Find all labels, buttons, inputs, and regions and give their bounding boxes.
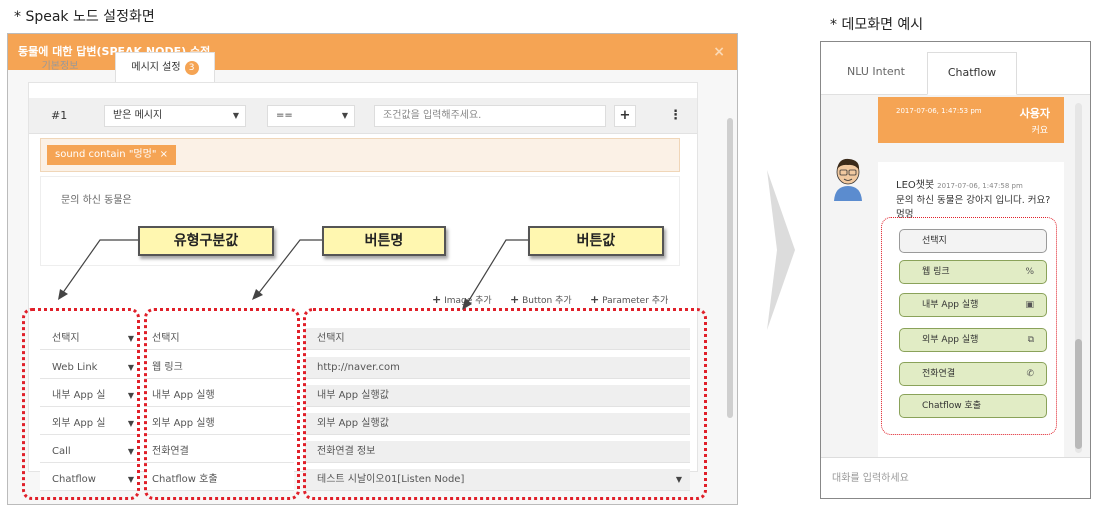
chat-demo: NLU Intent Chatflow 2017-07-06, 1:47:53 … [820, 41, 1091, 499]
type-column-highlight [22, 308, 140, 500]
demo-tabs: NLU Intent Chatflow [821, 42, 1090, 95]
right-caption: * 데모화면 예시 [830, 17, 924, 33]
demo-buttons-highlight [881, 217, 1057, 435]
bot-avatar [834, 158, 862, 201]
name-column-highlight [144, 308, 300, 500]
bot-message-time: 2017-07-06, 1:47:58 pm [937, 182, 1023, 190]
tab-nlu-intent[interactable]: NLU Intent [831, 52, 921, 95]
chat-scrollbar-thumb[interactable] [1075, 339, 1082, 449]
type-callout: 유형구분값 [138, 226, 274, 256]
bot-message-header: LEO챗봇 2017-07-06, 1:47:58 pm [896, 176, 1023, 191]
bot-name: LEO챗봇 [896, 180, 935, 191]
annotation-arrows [58, 239, 528, 310]
chat-input-placeholder: 대화를 입력하세요 [832, 473, 909, 484]
user-message-text: 커요 [1031, 126, 1048, 136]
name-callout: 버튼명 [322, 226, 446, 256]
user-message: 2017-07-06, 1:47:53 pm 사용자 커요 [878, 97, 1064, 143]
user-message-name: 사용자 [1019, 107, 1050, 120]
value-column-highlight [303, 308, 707, 500]
right-arrow-icon [767, 170, 795, 330]
tab-chatflow[interactable]: Chatflow [927, 52, 1017, 95]
value-callout: 버튼값 [528, 226, 664, 256]
chat-input[interactable]: 대화를 입력하세요 [821, 457, 1090, 498]
user-message-time: 2017-07-06, 1:47:53 pm [896, 107, 982, 115]
